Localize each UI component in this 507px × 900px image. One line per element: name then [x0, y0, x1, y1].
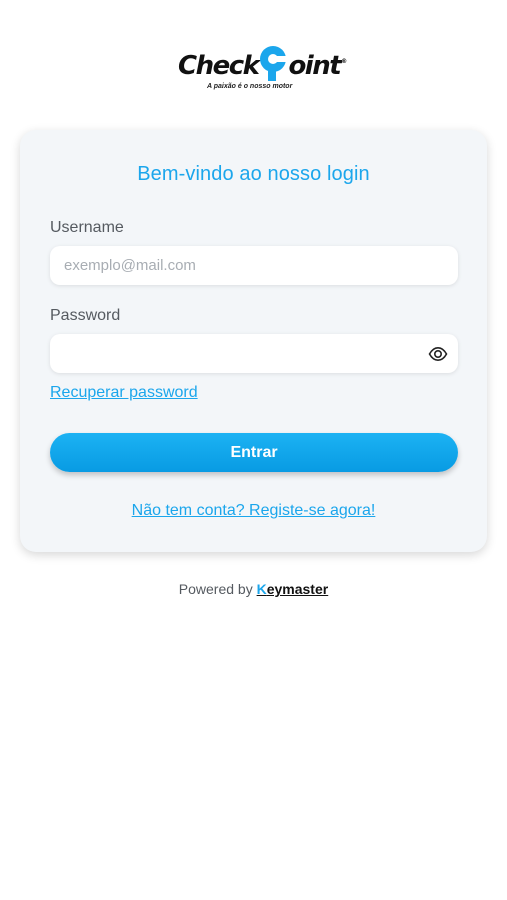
logo-text-check: Check — [178, 51, 260, 81]
powered-by-text: Powered by — [178, 581, 253, 597]
logo-text-oint: oint — [288, 51, 341, 81]
logo-tagline: A paixão é o nosso motor — [207, 83, 293, 90]
eye-icon[interactable] — [428, 344, 448, 364]
logo-wordmark: Check oint ® — [178, 46, 348, 82]
username-field-container — [50, 246, 458, 285]
password-input[interactable] — [50, 334, 458, 373]
login-card: Bem-vindo ao nosso login Username Passwo… — [20, 130, 487, 552]
register-row: Não tem conta? Registe-se agora! — [20, 502, 487, 520]
login-button[interactable]: Entrar — [50, 433, 458, 472]
username-input[interactable] — [50, 246, 458, 285]
recover-password-link[interactable]: Recuperar password — [50, 384, 198, 402]
keymaster-brand-initial: K — [256, 581, 267, 597]
keymaster-link[interactable]: Keymaster — [257, 581, 329, 597]
logo-key-icon — [256, 44, 290, 82]
username-label: Username — [50, 219, 124, 236]
keymaster-brand-rest: eymaster — [266, 581, 329, 597]
powered-by-footer: Powered by Keymaster — [0, 581, 507, 597]
password-label: Password — [50, 307, 121, 324]
login-title: Bem-vindo ao nosso login — [137, 163, 370, 185]
password-field-container — [50, 334, 458, 373]
checkpoint-logo: Check oint ® A paixão é o nosso motor — [0, 36, 507, 96]
login-page: Check oint ® A paixão é o nosso motor Be… — [0, 0, 507, 900]
registered-mark: ® — [341, 58, 348, 65]
register-link[interactable]: Não tem conta? Registe-se agora! — [132, 502, 376, 519]
